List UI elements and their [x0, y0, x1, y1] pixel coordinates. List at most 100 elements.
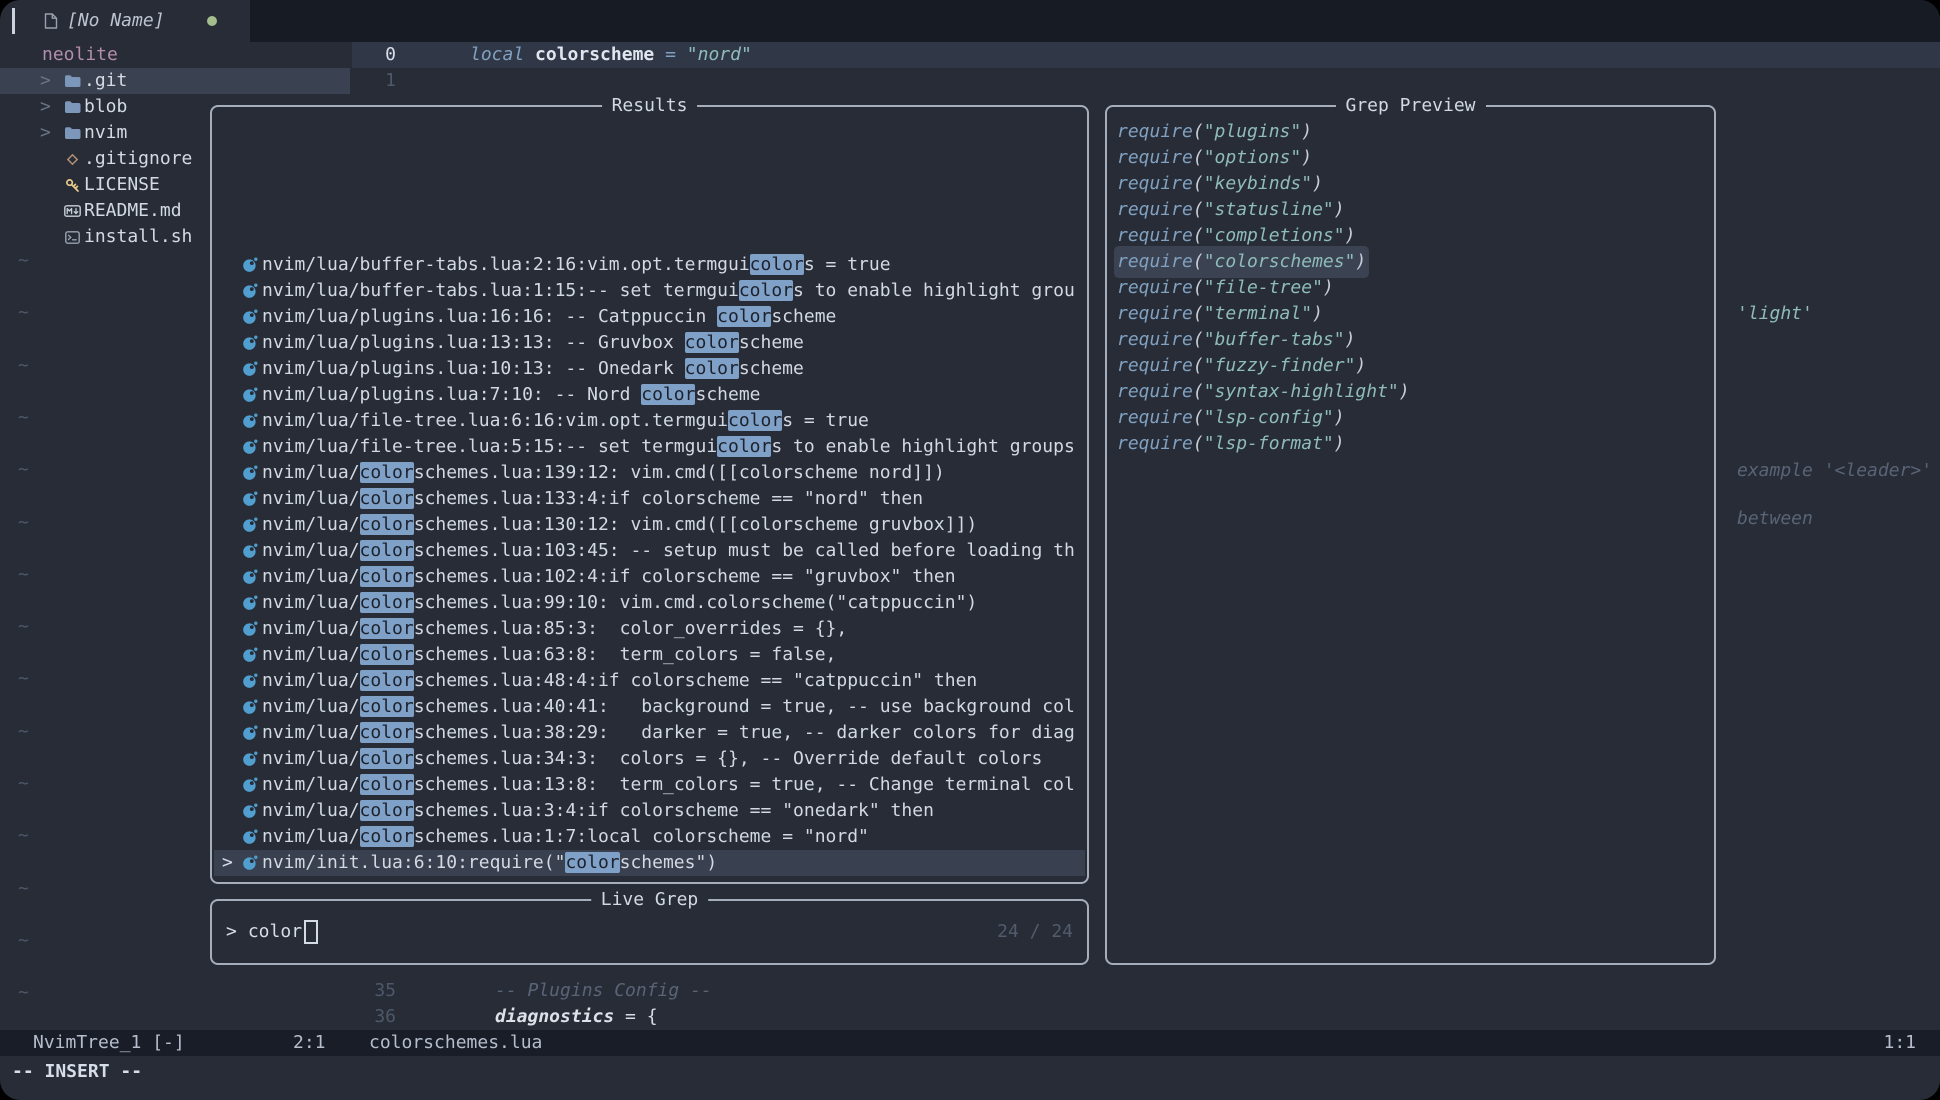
line-number: 1 [350, 68, 396, 94]
tree-item-label: LICENSE [84, 172, 160, 198]
tabline-background [250, 0, 1940, 42]
file-icon [44, 13, 58, 29]
grep-result[interactable]: >nvim/lua/colorschemes.lua:63:8: term_co… [214, 642, 1085, 668]
lua-icon [237, 257, 262, 273]
lua-icon [237, 517, 262, 533]
match-highlight: color [728, 410, 782, 431]
lua-icon [237, 595, 262, 611]
match-highlight: color [360, 696, 414, 717]
preview-line: require("lsp-config") [1109, 405, 1712, 431]
result-text: nvim/lua/colorschemes.lua:34:3: colors =… [262, 746, 1042, 772]
lua-icon [237, 491, 262, 507]
grep-result[interactable]: >nvim/lua/colorschemes.lua:99:10: vim.cm… [214, 590, 1085, 616]
grep-result[interactable]: >nvim/lua/colorschemes.lua:40:41: backgr… [214, 694, 1085, 720]
preview-line: require("statusline") [1109, 197, 1712, 223]
grep-result[interactable]: >nvim/lua/file-tree.lua:5:15:-- set term… [214, 434, 1085, 460]
match-highlight: color [641, 384, 695, 405]
match-highlight: color [360, 540, 414, 561]
code-line: local colorscheme = "nord" [470, 42, 752, 68]
grep-result[interactable]: >nvim/lua/colorschemes.lua:38:29: darker… [214, 720, 1085, 746]
selection-caret-icon: > [222, 850, 237, 876]
preview-line: require("file-tree") [1109, 275, 1712, 301]
grep-result[interactable]: >nvim/lua/colorschemes.lua:130:12: vim.c… [214, 512, 1085, 538]
result-text: nvim/lua/colorschemes.lua:102:4:if color… [262, 564, 956, 590]
grep-preview-panel: Grep Preview require("plugins")require("… [1105, 105, 1716, 965]
match-highlight: color [360, 800, 414, 821]
code-line: -- Plugins Config -- [495, 978, 712, 1004]
preview-line: require("options") [1109, 145, 1712, 171]
grep-result[interactable]: >nvim/lua/colorschemes.lua:133:4:if colo… [214, 486, 1085, 512]
grep-result[interactable]: >nvim/lua/colorschemes.lua:13:8: term_co… [214, 772, 1085, 798]
result-text: nvim/lua/colorschemes.lua:133:4:if color… [262, 486, 923, 512]
grep-result[interactable]: >nvim/lua/colorschemes.lua:103:45: -- se… [214, 538, 1085, 564]
lua-icon [237, 725, 262, 741]
match-highlight: color [360, 592, 414, 613]
lua-icon [237, 829, 262, 845]
lua-icon [237, 361, 262, 377]
grep-result[interactable]: >nvim/lua/plugins.lua:7:10: -- Nord colo… [214, 382, 1085, 408]
grep-result[interactable]: >nvim/lua/buffer-tabs.lua:1:15:-- set te… [214, 278, 1085, 304]
grep-result[interactable]: >nvim/lua/colorschemes.lua:1:7:local col… [214, 824, 1085, 850]
match-highlight: color [360, 670, 414, 691]
tree-item-label: blob [84, 94, 127, 120]
result-text: nvim/lua/colorschemes.lua:103:45: -- set… [262, 538, 1075, 564]
result-text: nvim/lua/buffer-tabs.lua:1:15:-- set ter… [262, 278, 1075, 304]
lua-icon [237, 439, 262, 455]
grep-result[interactable]: >nvim/lua/colorschemes.lua:34:3: colors … [214, 746, 1085, 772]
terminal-icon [60, 231, 84, 244]
result-text: nvim/lua/colorschemes.lua:130:12: vim.cm… [262, 512, 977, 538]
lua-icon [237, 543, 262, 559]
statusline-window-name: NvimTree_1 [-] [33, 1030, 185, 1056]
grep-result[interactable]: >nvim/init.lua:6:10:require("colorscheme… [214, 850, 1085, 876]
grep-result[interactable]: >nvim/lua/colorschemes.lua:3:4:if colors… [214, 798, 1085, 824]
grep-result[interactable]: >nvim/lua/colorschemes.lua:48:4:if color… [214, 668, 1085, 694]
result-text: nvim/lua/colorschemes.lua:3:4:if colorsc… [262, 798, 934, 824]
folder-arrow-icon: > [40, 120, 60, 146]
lua-icon [237, 309, 262, 325]
grep-result[interactable]: >nvim/lua/buffer-tabs.lua:2:16:vim.opt.t… [214, 252, 1085, 278]
result-text: nvim/lua/plugins.lua:13:13: -- Gruvbox c… [262, 330, 804, 356]
tree-item-label: .gitignore [84, 146, 192, 172]
background-text: example '<leader>' [1737, 458, 1932, 484]
line-number: 35 [350, 978, 396, 1004]
preview-lines: require("plugins")require("options")requ… [1109, 119, 1712, 457]
key-icon [60, 178, 84, 193]
telescope-results-panel: Results >nvim/lua/buffer-tabs.lua:2:16:v… [210, 105, 1089, 884]
result-text: nvim/lua/colorschemes.lua:85:3: color_ov… [262, 616, 847, 642]
match-highlight: color [360, 748, 414, 769]
live-grep-input[interactable]: >color 24 / 24 [212, 901, 1087, 963]
lua-icon [237, 283, 262, 299]
preview-line: require("syntax-highlight") [1109, 379, 1712, 405]
grep-result[interactable]: >nvim/lua/colorschemes.lua:139:12: vim.c… [214, 460, 1085, 486]
grep-result[interactable]: >nvim/lua/colorschemes.lua:85:3: color_o… [214, 616, 1085, 642]
tab-no-name[interactable]: [No Name] [30, 0, 231, 42]
match-highlight: color [360, 722, 414, 743]
match-highlight: color [360, 774, 414, 795]
git-icon [60, 153, 84, 166]
markdown-icon [60, 205, 84, 217]
result-text: nvim/lua/file-tree.lua:5:15:-- set termg… [262, 434, 1075, 460]
background-text: between [1737, 506, 1813, 532]
cursor-line-highlight [352, 42, 1940, 68]
result-text: nvim/lua/colorschemes.lua:63:8: term_col… [262, 642, 836, 668]
match-highlight: color [717, 306, 771, 327]
grep-result[interactable]: >nvim/lua/plugins.lua:16:16: -- Catppucc… [214, 304, 1085, 330]
lua-icon [237, 465, 262, 481]
background-text: 'light' [1737, 301, 1813, 327]
grep-result[interactable]: >nvim/lua/plugins.lua:13:13: -- Gruvbox … [214, 330, 1085, 356]
tree-item--git[interactable]: >.git [0, 68, 350, 94]
grep-result[interactable]: >nvim/lua/file-tree.lua:6:16:vim.opt.ter… [214, 408, 1085, 434]
result-text: nvim/lua/plugins.lua:7:10: -- Nord color… [262, 382, 761, 408]
grep-result[interactable]: >nvim/lua/colorschemes.lua:102:4:if colo… [214, 564, 1085, 590]
folder-icon [60, 126, 84, 140]
result-text: nvim/lua/colorschemes.lua:1:7:local colo… [262, 824, 869, 850]
modified-dot-icon [207, 16, 217, 26]
statusline-cursor-position: 1:1 [1883, 1030, 1916, 1056]
grep-result[interactable]: >nvim/lua/plugins.lua:10:13: -- Onedark … [214, 356, 1085, 382]
results-panel-title: Results [602, 93, 698, 119]
result-text: nvim/lua/colorschemes.lua:48:4:if colors… [262, 668, 977, 694]
result-counter: 24 / 24 [997, 919, 1073, 945]
results-list: >nvim/lua/buffer-tabs.lua:2:16:vim.opt.t… [214, 252, 1085, 876]
lua-icon [237, 569, 262, 585]
preview-line: require("completions") [1109, 223, 1712, 249]
